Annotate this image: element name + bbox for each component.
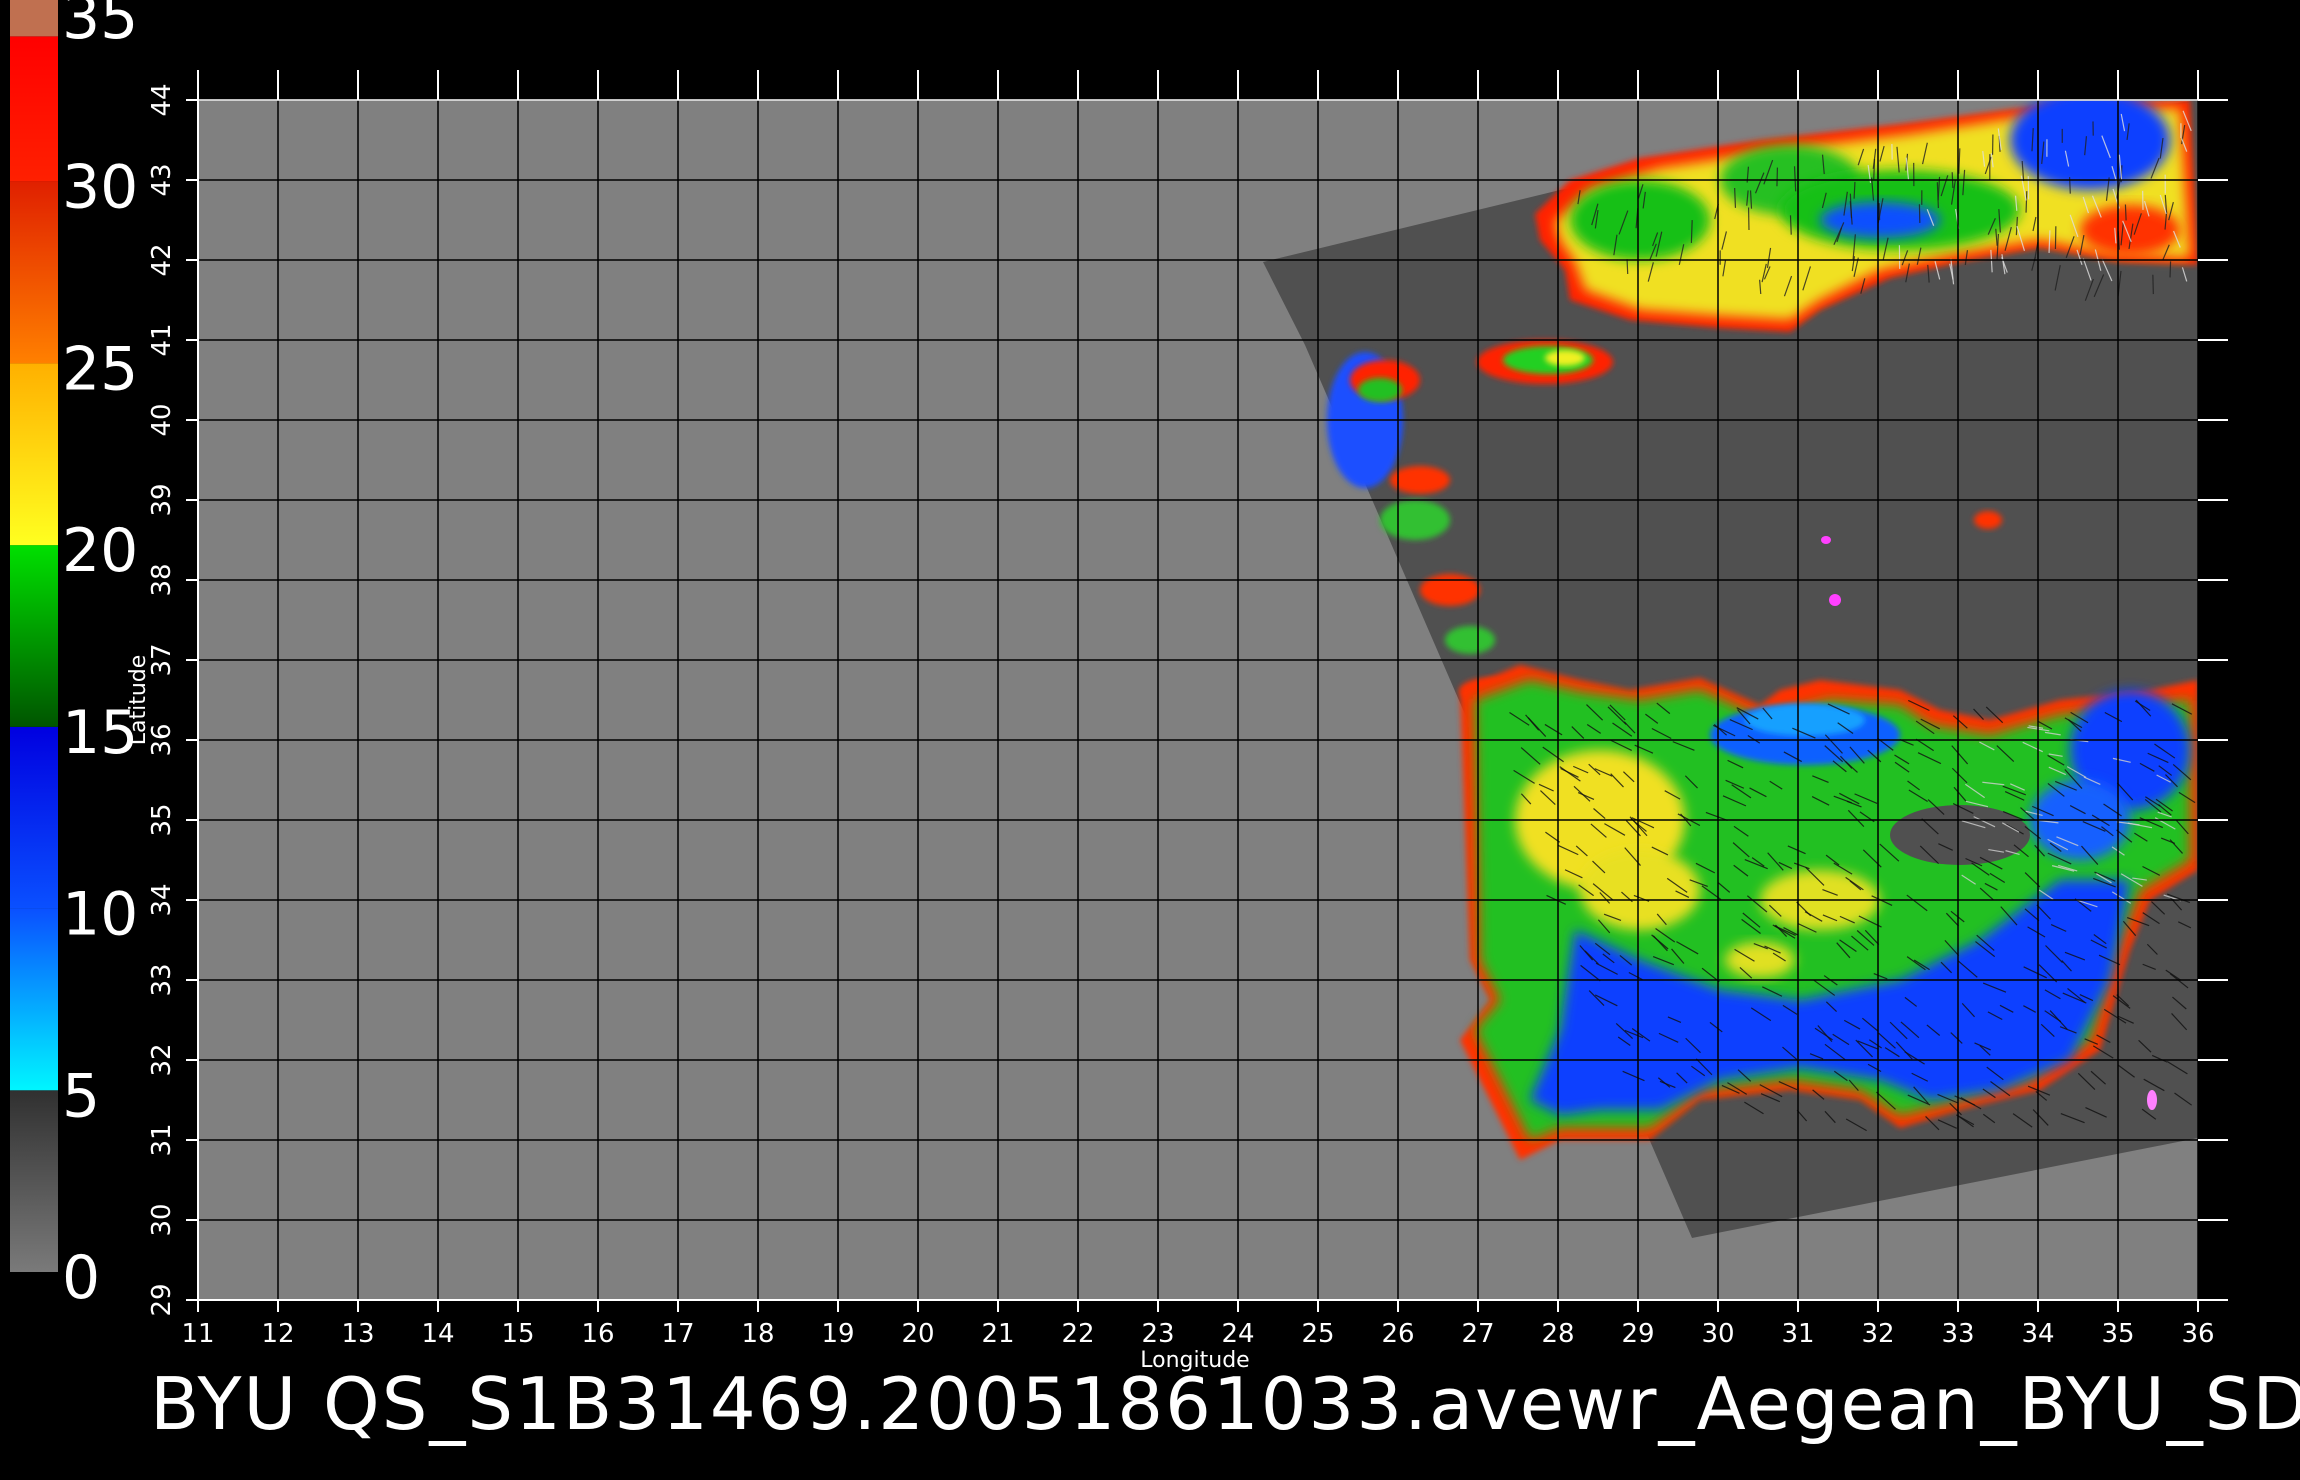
x-tick-label: 32 <box>1861 1319 1894 1349</box>
y-tick-label: 34 <box>147 883 177 916</box>
colorbar-segment <box>10 181 58 364</box>
colorbar-segment <box>10 908 58 1091</box>
aegean-islands-2 <box>1380 500 1450 540</box>
wind-vector <box>1873 159 1876 180</box>
colorbar-segment <box>10 1090 58 1272</box>
wind-vector <box>2124 204 2127 221</box>
colorbar-tick-label: 30 <box>62 153 138 223</box>
y-tick-label: 32 <box>147 1043 177 1076</box>
y-tick-label: 37 <box>147 643 177 676</box>
wind-vector <box>1690 220 1693 243</box>
x-tick-label: 17 <box>661 1319 694 1349</box>
x-tick-label: 26 <box>1381 1319 1414 1349</box>
magenta-spot-3 <box>2147 1090 2157 1110</box>
black-sea-blue-east <box>2010 100 2170 190</box>
red-spot-1 <box>1974 511 2002 529</box>
colorbar-tick-label: 25 <box>62 334 138 404</box>
y-tick-label: 44 <box>147 83 177 116</box>
x-tick-label: 20 <box>901 1319 934 1349</box>
wind-vector <box>2169 261 2172 278</box>
colorbar-tick-label: 5 <box>62 1061 100 1131</box>
magenta-spot-2 <box>1821 536 1831 544</box>
y-tick-label: 39 <box>147 483 177 516</box>
y-axis-label: Latitude <box>126 655 151 746</box>
y-tick-label: 41 <box>147 323 177 356</box>
y-tick-label: 31 <box>147 1123 177 1156</box>
y-tick-label: 38 <box>147 563 177 596</box>
wind-vector <box>2025 191 2028 213</box>
x-tick-label: 21 <box>981 1319 1014 1349</box>
colorbar-segment <box>10 726 58 909</box>
y-tick-label: 36 <box>147 723 177 756</box>
x-tick-label: 13 <box>341 1319 374 1349</box>
footer-title: BYU QS_S1B31469.20051861033.avewr_Aegean… <box>150 1362 2300 1446</box>
y-tick-label: 29 <box>147 1283 177 1316</box>
x-tick-label: 29 <box>1621 1319 1654 1349</box>
y-tick-label: 30 <box>147 1203 177 1236</box>
aegean-islands-4 <box>1445 626 1495 654</box>
colorbar-segment <box>10 545 58 727</box>
x-tick-label: 22 <box>1061 1319 1094 1349</box>
colorbar-segment <box>10 0 58 37</box>
x-tick-label: 16 <box>581 1319 614 1349</box>
x-tick-label: 27 <box>1461 1319 1494 1349</box>
colorbar-tick-label: 0 <box>62 1243 100 1313</box>
colorbar-segment <box>10 363 58 546</box>
marmara-yellow <box>1545 350 1585 366</box>
x-tick-label: 14 <box>421 1319 454 1349</box>
wind-vector <box>1789 215 1792 235</box>
y-tick-label: 42 <box>147 243 177 276</box>
x-tick-label: 23 <box>1141 1319 1174 1349</box>
magenta-spot-1 <box>1829 594 1841 606</box>
y-tick-label: 33 <box>147 963 177 996</box>
x-tick-label: 11 <box>181 1319 214 1349</box>
colorbar-tick-label: 10 <box>62 880 138 950</box>
black-sea-red-east <box>2080 205 2180 255</box>
colorbar: 05101520253035 <box>10 0 138 1313</box>
med-yellow-west-2 <box>1580 850 1700 930</box>
wind-vector <box>1626 259 1629 275</box>
aegean-north-green <box>1358 378 1402 402</box>
x-tick-label: 34 <box>2021 1319 2054 1349</box>
aegean-islands-1 <box>1390 466 1450 494</box>
x-tick-label: 31 <box>1781 1319 1814 1349</box>
x-tick-label: 35 <box>2101 1319 2134 1349</box>
x-tick-label: 30 <box>1701 1319 1734 1349</box>
x-tick-label: 19 <box>821 1319 854 1349</box>
wind-vector <box>1734 187 1737 208</box>
x-tick-label: 36 <box>2181 1319 2214 1349</box>
map-figure: 0 5 10 15 20 25 30 35 11 12 13 14 15 16 17 18 1… <box>10 0 2228 1373</box>
y-tick-label: 40 <box>147 403 177 436</box>
y-tick-label: 35 <box>147 803 177 836</box>
aegean-islands-3 <box>1420 574 1480 606</box>
x-tick-label: 18 <box>741 1319 774 1349</box>
x-tick-label: 15 <box>501 1319 534 1349</box>
y-tick-label: 43 <box>147 163 177 196</box>
x-tick-label: 25 <box>1301 1319 1334 1349</box>
colorbar-tick-label: 35 <box>62 0 138 53</box>
colorbar-tick-label: 20 <box>62 516 138 586</box>
x-tick-label: 28 <box>1541 1319 1574 1349</box>
x-tick-label: 12 <box>261 1319 294 1349</box>
x-tick-label: 24 <box>1221 1319 1254 1349</box>
colorbar-segment <box>10 36 58 182</box>
x-tick-label: 33 <box>1941 1319 1974 1349</box>
